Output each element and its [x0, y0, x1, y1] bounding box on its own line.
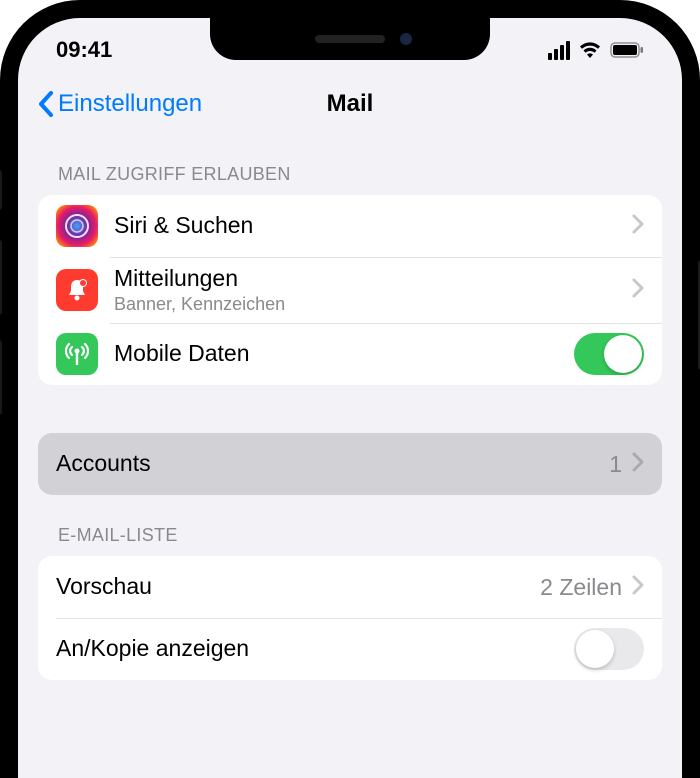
chevron-right-icon [632, 214, 644, 239]
row-cellular-data[interactable]: Mobile Daten [38, 323, 662, 385]
row-label: Mobile Daten [114, 340, 574, 368]
back-button[interactable]: Einstellungen [36, 90, 202, 118]
notch [210, 18, 490, 60]
wifi-icon [578, 41, 602, 59]
cellular-data-toggle[interactable] [574, 333, 644, 375]
status-time: 09:41 [56, 37, 112, 63]
mute-switch [0, 170, 2, 210]
toggle-knob [604, 335, 642, 373]
row-label: An/Kopie anzeigen [56, 635, 574, 663]
chevron-right-icon [632, 278, 644, 303]
row-label: Accounts [56, 450, 609, 478]
group-allow-access: Siri & Suchen Mitteilungen Banner, Kennz… [38, 195, 662, 385]
device-frame: 09:41 Einstellungen Mail MAIL ZUG [0, 0, 700, 778]
preview-value: 2 Zeilen [540, 574, 622, 601]
accounts-count: 1 [609, 451, 622, 478]
section-header-email-list: E-MAIL-LISTE [38, 495, 662, 556]
chevron-right-icon [632, 575, 644, 600]
cellular-signal-icon [548, 41, 570, 60]
volume-down-button [0, 340, 2, 415]
screen: 09:41 Einstellungen Mail MAIL ZUG [18, 18, 682, 778]
chevron-left-icon [36, 90, 54, 118]
row-notifications[interactable]: Mitteilungen Banner, Kennzeichen [38, 257, 662, 323]
volume-up-button [0, 240, 2, 315]
group-accounts: Accounts 1 [38, 433, 662, 495]
toggle-knob [576, 630, 614, 668]
group-email-list: Vorschau 2 Zeilen An/Kopie anzeigen [38, 556, 662, 680]
row-label: Siri & Suchen [114, 212, 632, 240]
battery-icon [610, 42, 644, 58]
speaker-grille [315, 35, 385, 43]
notifications-icon [56, 269, 98, 311]
cellular-data-icon [56, 333, 98, 375]
section-header-allow-access: MAIL ZUGRIFF ERLAUBEN [38, 134, 662, 195]
siri-icon [56, 205, 98, 247]
front-camera [400, 33, 412, 45]
chevron-right-icon [632, 452, 644, 477]
row-label: Vorschau [56, 573, 540, 601]
row-siri-search[interactable]: Siri & Suchen [38, 195, 662, 257]
back-label: Einstellungen [58, 90, 202, 118]
row-show-to-cc[interactable]: An/Kopie anzeigen [38, 618, 662, 680]
row-accounts[interactable]: Accounts 1 [38, 433, 662, 495]
to-cc-toggle[interactable] [574, 628, 644, 670]
page-title: Mail [327, 90, 374, 118]
navigation-bar: Einstellungen Mail [18, 74, 682, 134]
row-sublabel: Banner, Kennzeichen [114, 294, 632, 316]
row-label: Mitteilungen [114, 265, 632, 293]
row-preview[interactable]: Vorschau 2 Zeilen [38, 556, 662, 618]
